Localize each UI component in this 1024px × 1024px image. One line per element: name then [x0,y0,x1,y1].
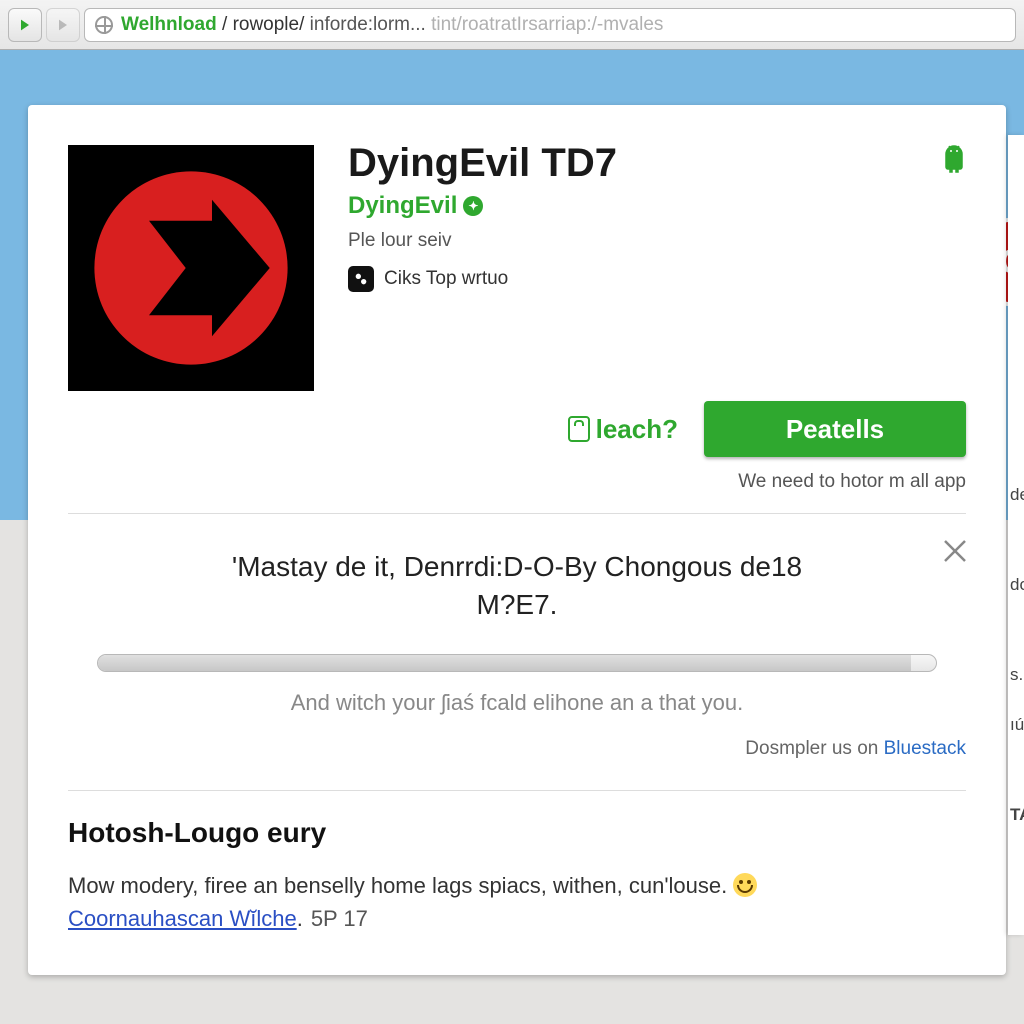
right-side-strip: de do s.it ıús TA [1008,135,1024,935]
description-link[interactable]: Coornauhascan Wĭlche [68,906,297,931]
globe-icon [95,16,113,34]
side-item[interactable]: TA [1008,805,1024,895]
progress-fill [98,655,911,671]
browser-toolbar: Welhnload / rowople/ inforde:lorm... tin… [0,0,1024,50]
close-icon[interactable] [940,536,970,571]
app-title: DyingEvil TD7 [348,141,966,186]
side-item[interactable]: s.it [1008,665,1024,715]
description-heading: Hotosh-Lougo eury [68,817,966,849]
promo-subtitle: And witch your ʃiaś fcald elihone an a t… [68,690,966,716]
promo-link-row: Dosmpler us on Bluestack [68,738,966,760]
developer-link[interactable]: DyingEvil ✦ [348,192,966,220]
address-bar[interactable]: Welhnload / rowople/ inforde:lorm... tin… [84,8,1016,42]
verified-badge-icon: ✦ [463,196,483,216]
wishlist-icon [568,416,590,442]
install-button[interactable]: Peatells [704,401,966,457]
app-subtitle: Ple lour seiv [348,230,966,252]
android-icon [942,145,966,178]
install-subnote: We need to hotor m all app [28,471,1006,513]
smile-emoji-icon [733,873,757,897]
bluestack-link[interactable]: Bluestack [884,738,966,759]
promo-title: 'Mastay de it, Denrrdi:D-O-By Chongous d… [147,548,887,624]
progress-bar[interactable] [97,654,937,672]
category-chip-icon [348,266,374,292]
description-body: Mow modery, firee an benselly home lags … [68,869,966,935]
app-icon [68,145,314,391]
app-header: DyingEvil TD7 DyingEvil ✦ Ple lour seiv … [28,105,1006,401]
wishlist-link[interactable]: leach? [568,414,678,445]
nav-back-button[interactable] [8,8,42,42]
app-card: DyingEvil TD7 DyingEvil ✦ Ple lour seiv … [28,105,1006,975]
action-row: leach? Peatells [28,401,1006,471]
side-item[interactable]: de [1008,485,1024,575]
promo-panel: 'Mastay de it, Denrrdi:D-O-By Chongous d… [28,514,1006,790]
side-item[interactable]: do [1008,575,1024,665]
category-row[interactable]: Ciks Top wrtuo [348,266,966,292]
side-item[interactable]: ıús [1008,715,1024,805]
url-text: Welhnload / rowople/ inforde:lorm... tin… [121,14,663,36]
nav-forward-button[interactable] [46,8,80,42]
description-section: Hotosh-Lougo eury Mow modery, firee an b… [28,791,1006,975]
